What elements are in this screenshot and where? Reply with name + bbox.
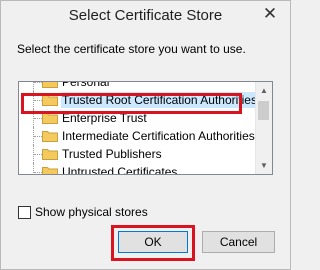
tree-item-intermediate-ca[interactable]: Intermediate Certification Authorities [19,127,257,145]
store-label: Trusted Publishers [62,147,162,161]
show-physical-stores-option[interactable]: Show physical stores [18,205,148,219]
select-certificate-store-dialog: Select Certificate Store ✕ Select the ce… [0,0,291,270]
store-label: Personal [62,81,110,89]
tree-item-untrusted-certificates[interactable]: Untrusted Certificates [19,163,257,175]
close-icon[interactable]: ✕ [256,2,284,24]
annotation-highlight-ok [111,225,195,261]
cancel-button[interactable]: Cancel [202,231,275,253]
vertical-scrollbar[interactable]: ▲ ▼ [255,82,272,174]
tree-item-personal[interactable]: Personal [19,81,257,91]
store-label: Untrusted Certificates [62,165,178,175]
scroll-up-icon[interactable]: ▲ [256,82,272,99]
tree-connector [33,163,35,174]
dialog-title: Select Certificate Store [68,7,223,24]
store-label: Intermediate Certification Authorities [62,129,255,143]
tree-connector-tick [34,172,42,173]
tree-item-trusted-publishers[interactable]: Trusted Publishers [19,145,257,163]
folder-icon [42,131,58,142]
tree-connector-tick [34,136,42,137]
folder-icon [42,82,58,88]
show-physical-stores-label: Show physical stores [35,205,148,219]
scroll-down-icon[interactable]: ▼ [256,157,272,174]
folder-icon [42,149,58,160]
instruction-text: Select the certificate store you want to… [17,42,246,56]
show-physical-stores-checkbox[interactable] [18,205,31,219]
title-bar: Select Certificate Store ✕ [1,1,290,32]
tree-connector-tick [34,154,42,155]
scroll-thumb[interactable] [258,101,269,120]
tree-connector-tick [34,118,42,119]
annotation-highlight-trusted-root [21,93,242,114]
folder-icon [42,167,58,174]
tree-connector-tick [34,82,42,83]
